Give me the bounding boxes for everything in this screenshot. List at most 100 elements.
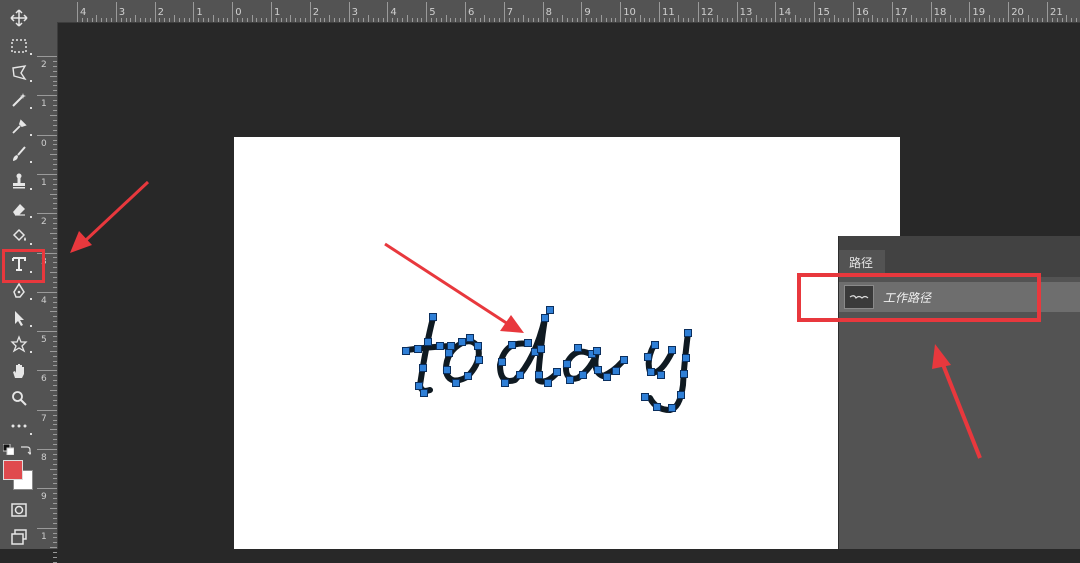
ruler-minor-tick [135, 15, 137, 22]
ruler-minor-tick [983, 18, 985, 22]
ruler-top-label: 14 [778, 7, 792, 18]
ruler-minor-tick [1042, 18, 1044, 22]
ruler-minor-tick [338, 18, 340, 22]
shape-tool[interactable] [6, 332, 32, 356]
ruler-minor-tick [401, 18, 403, 22]
ruler-minor-tick [804, 18, 806, 22]
foreground-color-swatch[interactable] [3, 460, 23, 480]
eraser-icon [13, 204, 25, 216]
swap-colors-icon[interactable] [20, 444, 31, 455]
ruler-left-label: 1 [41, 531, 47, 542]
ruler-minor-tick [53, 557, 57, 559]
ruler-tick [581, 2, 583, 22]
brush-tool[interactable] [6, 142, 32, 166]
ruler-minor-tick [731, 18, 733, 22]
ruler-minor-tick [528, 18, 530, 22]
ruler-minor-tick [508, 18, 510, 22]
ruler-minor-tick [906, 18, 908, 22]
ruler-minor-tick [1051, 18, 1053, 22]
ruler-left[interactable]: 2101234567891 [37, 22, 58, 563]
ruler-minor-tick [435, 18, 437, 22]
ruler-minor-tick [300, 18, 302, 22]
path-select-tool[interactable] [6, 306, 32, 330]
eraser-tool[interactable] [6, 197, 32, 221]
zoom-icon [12, 391, 27, 406]
ruler-minor-tick [53, 149, 57, 151]
ruler-minor-tick [251, 15, 253, 22]
ruler-minor-tick [53, 414, 57, 416]
shape-icon [10, 335, 28, 353]
ruler-tick [154, 2, 156, 22]
ruler-minor-tick [1003, 18, 1005, 22]
magic-wand-tool[interactable] [6, 88, 32, 112]
move-tool[interactable] [6, 6, 32, 30]
ruler-minor-tick [586, 18, 588, 22]
default-colors-icon[interactable] [3, 444, 14, 455]
zoom-tool[interactable] [6, 386, 32, 410]
ruler-minor-tick [261, 18, 263, 22]
ruler-top-label: 19 [972, 7, 986, 18]
ruler-minor-tick [649, 18, 651, 22]
ruler-minor-tick [81, 18, 83, 22]
ruler-minor-tick [882, 18, 884, 22]
ruler-minor-tick [964, 18, 966, 22]
ruler-minor-tick [823, 18, 825, 22]
ruler-minor-tick [886, 18, 888, 22]
ruler-top-label: 2 [312, 7, 320, 18]
ruler-minor-tick [702, 18, 704, 22]
ruler-minor-tick [518, 18, 520, 22]
ruler-minor-tick [53, 85, 57, 87]
ruler-minor-tick [50, 154, 57, 156]
ruler-minor-tick [343, 18, 345, 22]
ruler-left-label: 1 [41, 99, 47, 110]
ruler-minor-tick [53, 198, 57, 200]
eyedropper-tool[interactable] [6, 115, 32, 139]
color-swatches[interactable] [3, 460, 33, 490]
ruler-minor-tick [125, 18, 127, 22]
ruler-minor-tick [50, 232, 57, 234]
ruler-minor-tick [53, 60, 57, 62]
quick-mask-button[interactable] [6, 498, 32, 522]
ruler-minor-tick [746, 18, 748, 22]
ruler-origin[interactable] [37, 0, 57, 22]
screen-mode-icon [11, 529, 27, 545]
ruler-minor-tick [576, 18, 578, 22]
ruler-minor-tick [678, 15, 680, 22]
ruler-minor-tick [455, 18, 457, 22]
paint-bucket-tool[interactable] [6, 224, 32, 248]
ruler-minor-tick [53, 80, 57, 82]
ruler-minor-tick [217, 18, 219, 22]
ruler-minor-tick [120, 18, 122, 22]
ruler-minor-tick [683, 18, 685, 22]
ruler-minor-tick [53, 434, 57, 436]
screen-mode-button[interactable] [6, 525, 32, 549]
ruler-minor-tick [843, 18, 845, 22]
ruler-minor-tick [765, 18, 767, 22]
ruler-minor-tick [988, 15, 990, 22]
ruler-tick [37, 213, 57, 215]
ruler-minor-tick [53, 144, 57, 146]
ruler-minor-tick [625, 18, 627, 22]
hand-tool[interactable] [6, 359, 32, 383]
ruler-top-label: 4 [80, 7, 87, 18]
ruler-top-label: 0 [235, 7, 242, 18]
ruler-tick [1047, 2, 1048, 22]
ruler-minor-tick [334, 18, 336, 22]
ruler-minor-tick [53, 463, 57, 465]
ruler-minor-tick [53, 404, 57, 406]
stamp-tool[interactable] [6, 169, 32, 193]
ruler-minor-tick [222, 18, 224, 22]
more-tools[interactable] [6, 414, 32, 438]
marquee-tool[interactable] [6, 34, 32, 58]
panel-header-strip[interactable] [839, 236, 1080, 250]
ruler-minor-tick [53, 129, 57, 131]
ruler-minor-tick [53, 247, 57, 249]
ruler-minor-tick [712, 18, 714, 22]
ruler-top[interactable]: 4 3 2 1 0 1 2 3 4 5 6 7 8 9 10 11 12 13 14 15 16 17 18 19 20 21 [57, 0, 1080, 23]
ruler-top-label: 9 [584, 7, 591, 18]
ruler-minor-tick [469, 18, 471, 22]
document-canvas[interactable] [234, 137, 900, 549]
lasso-tool[interactable] [6, 61, 32, 85]
ruler-minor-tick [53, 203, 57, 205]
ruler-minor-tick [53, 419, 57, 421]
